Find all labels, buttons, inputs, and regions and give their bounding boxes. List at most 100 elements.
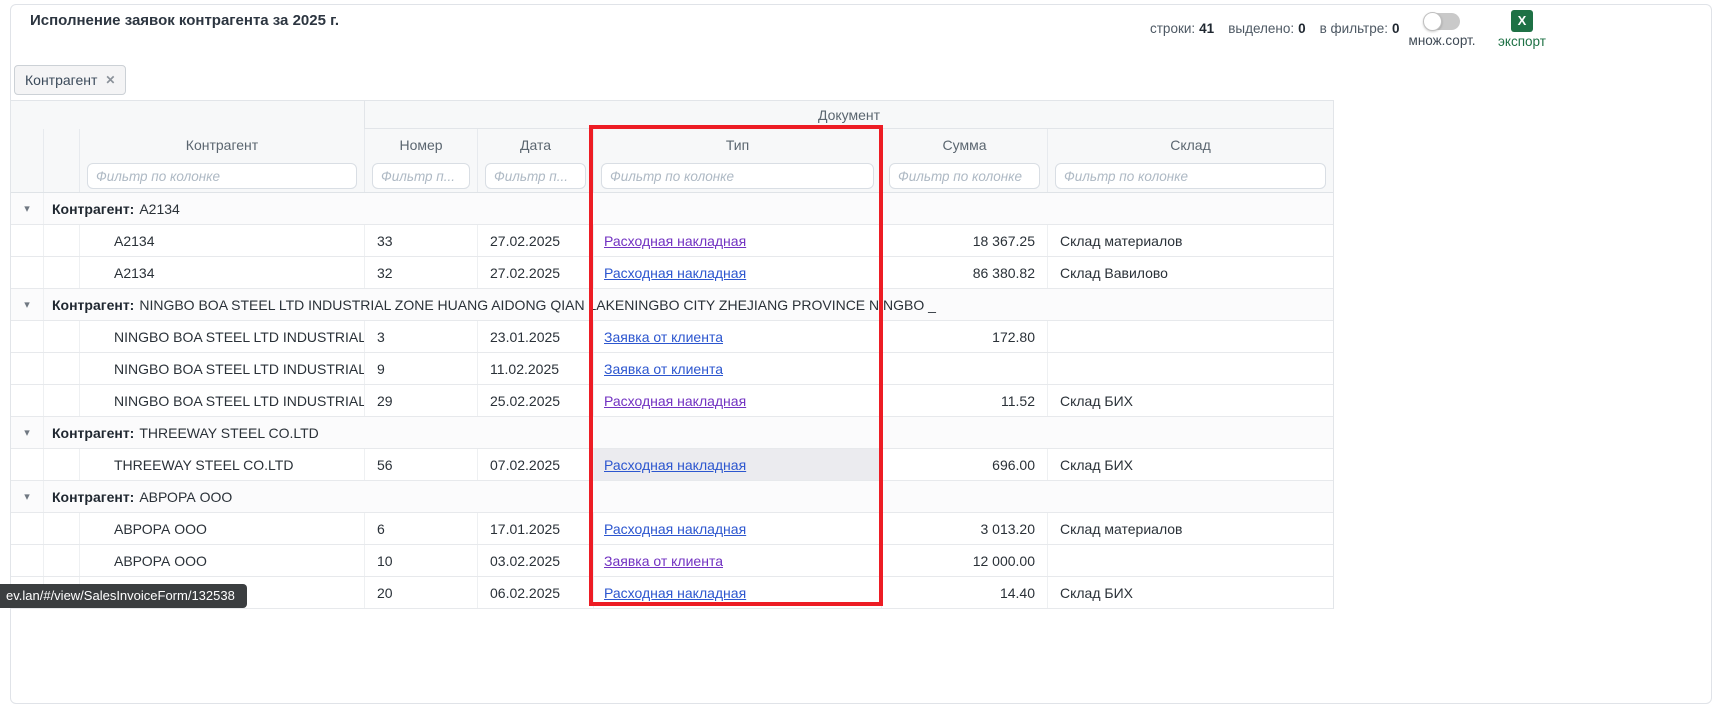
excel-icon[interactable]: X <box>1511 10 1533 32</box>
row-expander-cell <box>11 385 43 416</box>
filter-spacer-col <box>43 160 79 192</box>
group-label-prefix: Контрагент: <box>52 201 134 217</box>
cell-date: 27.02.2025 <box>477 225 593 256</box>
multisort-control: множ.сорт. <box>1400 13 1484 48</box>
cell-date: 06.02.2025 <box>477 577 593 608</box>
cell-warehouse <box>1047 353 1333 384</box>
cell-amount: 12 000.00 <box>881 545 1047 576</box>
row-expander-cell <box>11 545 43 576</box>
cell-date: 25.02.2025 <box>477 385 593 416</box>
cell-warehouse: Склад БИХ <box>1047 449 1333 480</box>
column-header-row: Контрагент Номер Дата Тип Сумма Склад <box>11 129 1333 160</box>
column-header-amount[interactable]: Сумма <box>881 129 1047 160</box>
cell-doctype: Расходная накладная <box>593 385 881 416</box>
doctype-link[interactable]: Заявка от клиента <box>604 361 723 377</box>
cell-number: 29 <box>364 385 477 416</box>
row-expander-cell <box>11 353 43 384</box>
cell-number: 10 <box>364 545 477 576</box>
column-header-warehouse[interactable]: Склад <box>1047 129 1333 160</box>
cell-doctype: Заявка от клиента <box>593 545 881 576</box>
doctype-link[interactable]: Заявка от клиента <box>604 553 723 569</box>
row-expander-cell <box>11 225 43 256</box>
cell-doctype: Расходная накладная <box>593 225 881 256</box>
cell-doctype: Заявка от клиента <box>593 321 881 352</box>
column-header-number[interactable]: Номер <box>364 129 477 160</box>
table-stats: строки:41 выделено:0 в фильтре:0 <box>1150 21 1400 36</box>
cell-contragent: NINGBO BOA STEEL LTD INDUSTRIAL... <box>79 385 364 416</box>
chip-close-icon[interactable]: ✕ <box>105 73 115 87</box>
doctype-link[interactable]: Расходная накладная <box>604 457 746 473</box>
filter-cell-amount <box>881 160 1047 192</box>
collapse-triangle-icon[interactable]: ▾ <box>24 426 30 439</box>
stat-filtered-value: 0 <box>1392 21 1400 36</box>
cell-date: 17.01.2025 <box>477 513 593 544</box>
grouping-chip-contragent[interactable]: Контрагент ✕ <box>14 65 126 95</box>
page-title: Исполнение заявок контрагента за 2025 г. <box>30 12 339 29</box>
cell-contragent: NINGBO BOA STEEL LTD INDUSTRIAL... <box>79 321 364 352</box>
collapse-triangle-icon[interactable]: ▾ <box>24 298 30 311</box>
filter-input-warehouse[interactable] <box>1055 163 1326 189</box>
data-table: Документ Контрагент Номер Дата Тип Сумма… <box>10 100 1334 609</box>
cell-amount: 172.80 <box>881 321 1047 352</box>
column-header-type[interactable]: Тип <box>593 129 881 160</box>
filter-cell-number <box>364 160 477 192</box>
cell-contragent: A2134 <box>79 225 364 256</box>
cell-date: 11.02.2025 <box>477 353 593 384</box>
doctype-link[interactable]: Расходная накладная <box>604 585 746 601</box>
group-header-spacer <box>11 101 364 129</box>
cell-number: 32 <box>364 257 477 288</box>
export-button[interactable]: X экспорт <box>1492 10 1552 49</box>
row-expander-cell <box>11 513 43 544</box>
group-label-value: A2134 <box>139 201 179 217</box>
column-header-date[interactable]: Дата <box>477 129 593 160</box>
multisort-toggle[interactable] <box>1424 13 1460 30</box>
doctype-link[interactable]: Заявка от клиента <box>604 329 723 345</box>
filter-input-date[interactable] <box>485 163 586 189</box>
stat-selected-label: выделено: <box>1228 21 1294 36</box>
collapse-triangle-icon[interactable]: ▾ <box>24 490 30 503</box>
cell-amount <box>881 353 1047 384</box>
cell-doctype: Расходная накладная <box>593 513 881 544</box>
group-row: ▾Контрагент:THREEWAY STEEL CO.LTD <box>11 417 1333 449</box>
cell-doctype: Заявка от клиента <box>593 353 881 384</box>
filter-cell-date <box>477 160 593 192</box>
stat-selected-value: 0 <box>1298 21 1306 36</box>
group-label-prefix: Контрагент: <box>52 297 134 313</box>
cell-doctype: Расходная накладная <box>593 257 881 288</box>
filter-input-type[interactable] <box>601 163 874 189</box>
doctype-link[interactable]: Расходная накладная <box>604 233 746 249</box>
chip-label: Контрагент <box>25 72 97 88</box>
column-header-contragent[interactable]: Контрагент <box>79 129 364 160</box>
table-row: A21343227.02.2025Расходная накладная86 3… <box>11 257 1333 289</box>
stat-rows-label: строки: <box>1150 21 1195 36</box>
group-expander-cell: ▾ <box>11 417 43 448</box>
row-expander-cell <box>11 321 43 352</box>
row-expander-cell <box>11 257 43 288</box>
doctype-link[interactable]: Расходная накладная <box>604 265 746 281</box>
cell-contragent: A2134 <box>79 257 364 288</box>
stat-filtered: в фильтре:0 <box>1320 21 1400 36</box>
doctype-link[interactable]: Расходная накладная <box>604 521 746 537</box>
filter-cell-contragent <box>79 160 364 192</box>
row-spacer-cell <box>43 321 79 352</box>
cell-warehouse: Склад БИХ <box>1047 577 1333 608</box>
filter-input-contragent[interactable] <box>87 163 357 189</box>
table-row: THREEWAY STEEL CO.LTD5607.02.2025Расходн… <box>11 449 1333 481</box>
filter-input-amount[interactable] <box>889 163 1040 189</box>
filter-input-number[interactable] <box>372 163 470 189</box>
doctype-link[interactable]: Расходная накладная <box>604 393 746 409</box>
row-spacer-cell <box>43 513 79 544</box>
cell-date: 07.02.2025 <box>477 449 593 480</box>
table-body: ▾Контрагент:A2134A21343327.02.2025Расход… <box>11 193 1333 609</box>
status-url-tooltip: ev.lan/#/view/SalesInvoiceForm/132538 <box>0 584 247 608</box>
group-expander-cell: ▾ <box>11 481 43 512</box>
group-label-value: THREEWAY STEEL CO.LTD <box>139 425 318 441</box>
collapse-triangle-icon[interactable]: ▾ <box>24 202 30 215</box>
row-spacer-cell <box>43 385 79 416</box>
filter-row <box>11 160 1333 193</box>
cell-contragent: АВРОРА ООО <box>79 513 364 544</box>
group-expander-cell: ▾ <box>11 193 43 224</box>
row-spacer-cell <box>43 449 79 480</box>
group-row: ▾Контрагент:NINGBO BOA STEEL LTD INDUSTR… <box>11 289 1333 321</box>
row-spacer-cell <box>43 225 79 256</box>
